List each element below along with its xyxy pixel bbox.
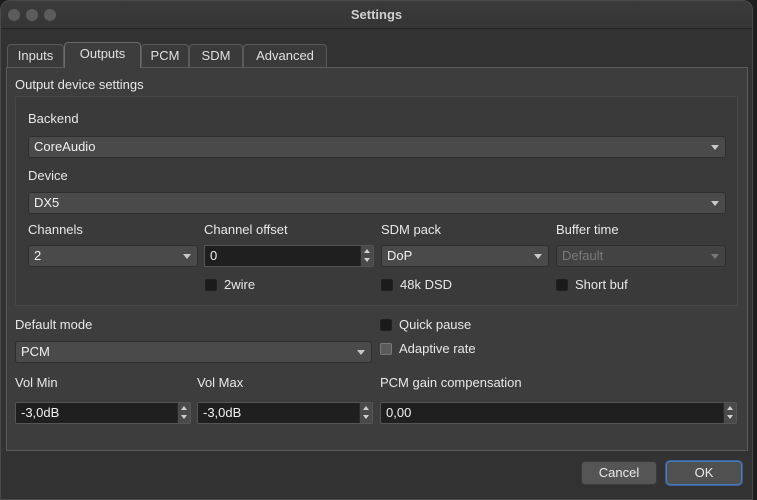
spin-down-icon[interactable] [727, 415, 733, 419]
default-mode-select[interactable]: PCM [15, 341, 372, 363]
chevron-down-icon [183, 254, 191, 259]
tab-inputs[interactable]: Inputs [7, 44, 64, 67]
spin-buttons[interactable] [360, 246, 373, 266]
tab-pcm[interactable]: PCM [141, 44, 189, 67]
chevron-down-icon [711, 254, 719, 259]
group-title: Output device settings [15, 77, 144, 92]
spin-up-icon[interactable] [363, 406, 369, 410]
tab-sdm[interactable]: SDM [189, 44, 243, 67]
spin-down-icon[interactable] [181, 415, 187, 419]
channels-select[interactable]: 2 [28, 245, 198, 267]
backend-value: CoreAudio [34, 139, 96, 154]
chevron-down-icon [357, 350, 365, 355]
chevron-down-icon [711, 145, 719, 150]
default-mode-label: Default mode [15, 317, 93, 332]
pcm-gain-spinbox[interactable]: 0,00 [380, 402, 737, 424]
settings-window: Settings Inputs Outputs PCM SDM Advanced… [0, 0, 753, 500]
checkbox-box[interactable] [381, 279, 393, 291]
dsd48k-checkbox[interactable]: 48k DSD [381, 277, 471, 294]
tab-outputs[interactable]: Outputs [64, 42, 141, 68]
channel-offset-value: 0 [210, 248, 218, 263]
buffer-time-label: Buffer time [556, 222, 619, 237]
twowire-label: 2wire [224, 277, 256, 292]
outputs-panel: Output device settings Backend CoreAudio… [6, 67, 748, 451]
ok-button[interactable]: OK [666, 461, 742, 485]
buffer-time-value: Default [562, 248, 604, 263]
backend-select[interactable]: CoreAudio [28, 136, 726, 158]
quick-pause-checkbox[interactable]: Quick pause [380, 317, 490, 334]
pcm-gain-label: PCM gain compensation [380, 375, 522, 390]
quick-pause-label: Quick pause [399, 317, 472, 332]
cancel-button[interactable]: Cancel [581, 461, 657, 485]
adaptive-rate-label: Adaptive rate [399, 341, 476, 356]
adaptive-rate-checkbox[interactable]: Adaptive rate [380, 341, 490, 358]
vol-min-spinbox[interactable]: -3,0dB [15, 402, 191, 424]
spin-up-icon[interactable] [364, 249, 370, 253]
window-title: Settings [350, 7, 403, 22]
spin-up-icon[interactable] [181, 406, 187, 410]
spin-up-icon[interactable] [727, 406, 733, 410]
vol-min-value: -3,0dB [21, 405, 60, 420]
device-select[interactable]: DX5 [28, 192, 726, 214]
vol-max-spinbox[interactable]: -3,0dB [197, 402, 373, 424]
vol-max-label: Vol Max [197, 375, 244, 390]
short-buf-checkbox[interactable]: Short buf [556, 277, 646, 294]
channel-offset-spinbox[interactable]: 0 [204, 245, 374, 267]
short-buf-label: Short buf [575, 277, 628, 292]
spin-buttons[interactable] [723, 403, 736, 423]
channel-offset-label: Channel offset [204, 222, 288, 237]
spin-down-icon[interactable] [364, 258, 370, 262]
sdm-pack-label: SDM pack [381, 222, 441, 237]
vol-min-label: Vol Min [15, 375, 58, 390]
chevron-down-icon [534, 254, 542, 259]
checkbox-box[interactable] [380, 343, 392, 355]
dsd48k-label: 48k DSD [400, 277, 453, 292]
checkbox-box[interactable] [380, 319, 392, 331]
device-value: DX5 [34, 195, 60, 210]
output-device-group: Backend CoreAudio Device DX5 Channels 2 … [15, 96, 738, 306]
checkbox-box[interactable] [205, 279, 217, 291]
twowire-checkbox[interactable]: 2wire [205, 277, 285, 294]
tab-advanced[interactable]: Advanced [243, 44, 327, 67]
vol-max-value: -3,0dB [203, 405, 242, 420]
buffer-time-select: Default [556, 245, 726, 267]
chevron-down-icon [711, 201, 719, 206]
spin-buttons[interactable] [177, 403, 190, 423]
checkbox-box[interactable] [556, 279, 568, 291]
device-label: Device [28, 168, 68, 183]
backend-label: Backend [28, 111, 79, 126]
default-mode-value: PCM [21, 344, 50, 359]
channels-label: Channels [28, 222, 83, 237]
pcm-gain-value: 0,00 [386, 405, 412, 420]
spin-buttons[interactable] [359, 403, 372, 423]
spin-down-icon[interactable] [363, 415, 369, 419]
title-bar: Settings [1, 1, 752, 29]
sdm-pack-select[interactable]: DoP [381, 245, 549, 267]
sdm-pack-value: DoP [387, 248, 413, 263]
channels-value: 2 [34, 248, 42, 263]
